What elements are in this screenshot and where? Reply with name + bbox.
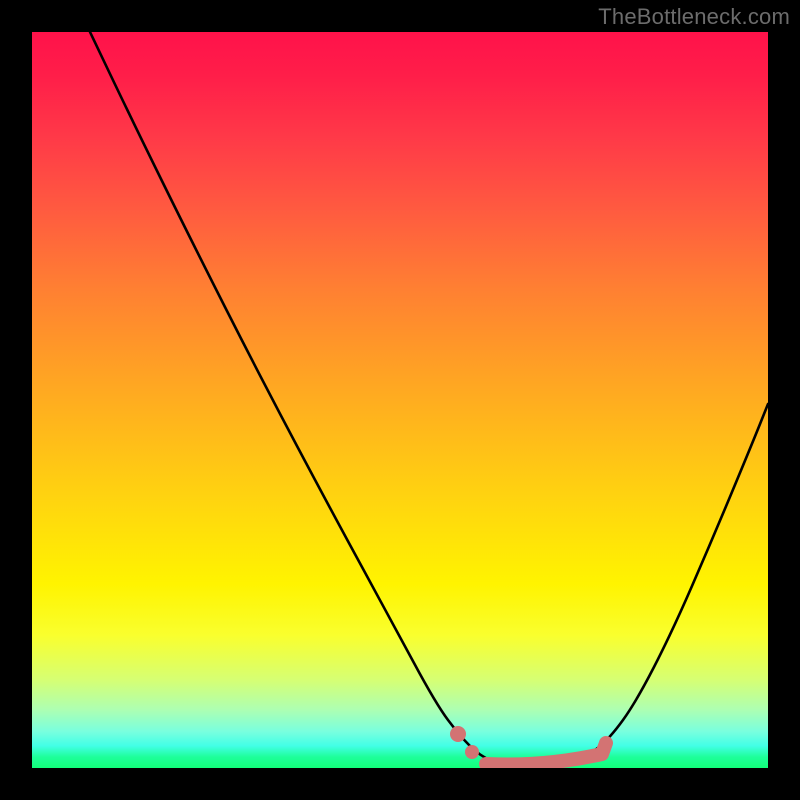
chart-frame: TheBottleneck.com	[0, 0, 800, 800]
curve-svg	[32, 32, 768, 768]
optimal-range-marker	[486, 743, 606, 765]
marker-dot-2	[465, 745, 479, 759]
marker-dot-1	[450, 726, 466, 742]
bottleneck-curve	[90, 32, 768, 767]
plot-area	[32, 32, 768, 768]
watermark-text: TheBottleneck.com	[598, 4, 790, 30]
